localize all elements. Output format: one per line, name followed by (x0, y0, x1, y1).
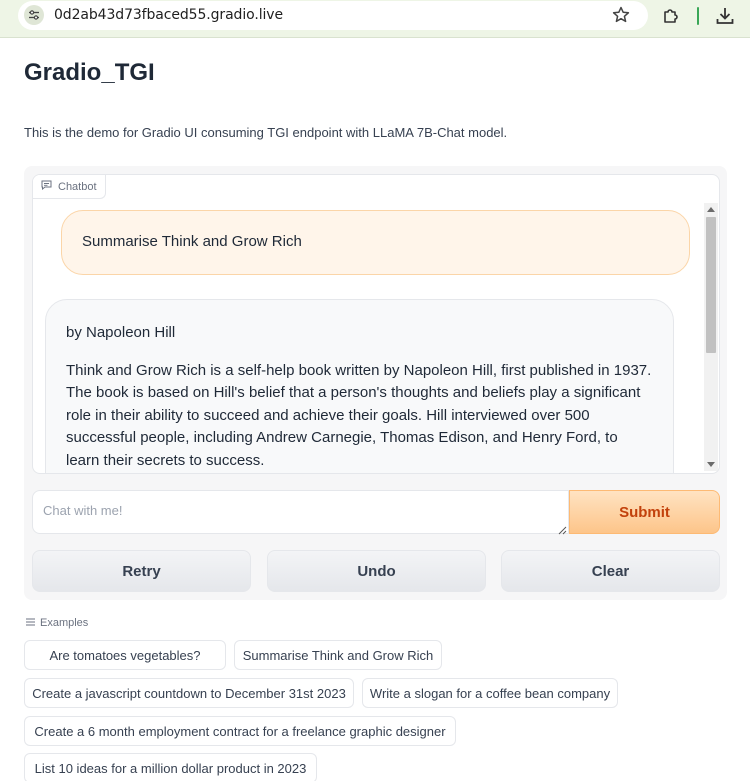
chat-bubble-icon (41, 180, 52, 193)
example-chip[interactable]: List 10 ideas for a million dollar produ… (24, 753, 317, 781)
undo-button[interactable]: Undo (267, 550, 486, 592)
example-chip[interactable]: Write a slogan for a coffee bean company (362, 678, 618, 708)
bot-message-paragraph: by Napoleon Hill (66, 324, 176, 341)
example-chip[interactable]: Create a 6 month employment contract for… (24, 716, 456, 746)
star-icon[interactable] (611, 5, 631, 30)
chat-input[interactable] (32, 490, 569, 534)
example-chip[interactable]: Are tomatoes vegetables? (24, 640, 226, 670)
scroll-up-arrow-icon[interactable] (707, 207, 715, 212)
user-message-text: Summarise Think and Grow Rich (82, 233, 302, 250)
browser-toolbar: 0d2ab43d73fbaced55.gradio.live (0, 0, 750, 38)
page-title: Gradio_TGI (24, 59, 155, 86)
download-icon[interactable] (714, 5, 736, 32)
user-message: Summarise Think and Grow Rich (61, 210, 690, 275)
site-info-icon[interactable] (24, 5, 44, 25)
examples-label: Examples (40, 617, 89, 629)
submit-button[interactable]: Submit (569, 490, 720, 534)
page-description: This is the demo for Gradio UI consuming… (24, 125, 508, 140)
scrollbar-thumb[interactable] (706, 217, 716, 353)
example-chip[interactable]: Create a javascript countdown to Decembe… (24, 678, 354, 708)
resize-grip-icon[interactable] (558, 522, 567, 540)
clear-button[interactable]: Clear (501, 550, 720, 592)
examples-header: Examples (26, 617, 88, 629)
scroll-down-arrow-icon[interactable] (707, 462, 715, 467)
toolbar-separator (697, 7, 699, 25)
list-icon (26, 617, 35, 629)
chatbot: Chatbot Summarise Think and Grow Rich by… (32, 174, 720, 474)
url-text[interactable]: 0d2ab43d73fbaced55.gradio.live (54, 7, 283, 23)
example-chip[interactable]: Summarise Think and Grow Rich (234, 640, 442, 670)
retry-button[interactable]: Retry (32, 550, 251, 592)
extensions-icon[interactable] (661, 6, 681, 31)
bot-message-paragraph: Think and Grow Rich is a self-help book … (66, 361, 652, 469)
chatbot-label: Chatbot (33, 175, 106, 199)
chat-scrollbar[interactable] (704, 203, 718, 471)
chatbot-label-text: Chatbot (58, 180, 97, 193)
bot-message: by Napoleon Hill Think and Grow Rich is … (45, 299, 674, 473)
